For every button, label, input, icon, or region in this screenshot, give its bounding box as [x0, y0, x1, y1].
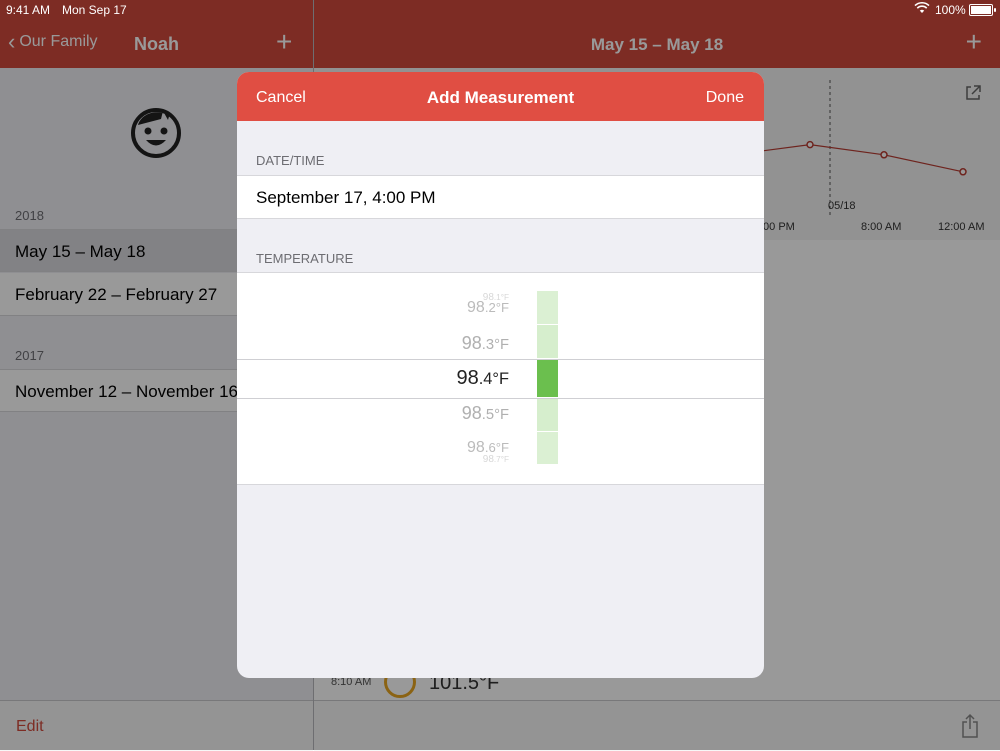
- datetime-cell[interactable]: September 17, 4:00 PM: [237, 175, 764, 219]
- datetime-header: DATE/TIME: [256, 153, 325, 168]
- battery-icon: [969, 4, 996, 16]
- datetime-value: September 17, 4:00 PM: [256, 188, 436, 207]
- modal-title: Add Measurement: [426, 88, 575, 107]
- picker-value[interactable]: 98.2°F: [417, 299, 509, 317]
- picker-value[interactable]: 98.3°F: [417, 333, 509, 354]
- heat-scale-segment: [537, 325, 558, 358]
- status-bar: 9:41 AM Mon Sep 17 100%: [0, 0, 1000, 20]
- picker-value[interactable]: 98.7°F: [417, 454, 509, 465]
- heat-scale-segment: [537, 432, 558, 464]
- modal-nav-bar: Cancel Add Measurement Done: [237, 72, 764, 121]
- picker-value[interactable]: 98.5°F: [417, 403, 509, 424]
- heat-scale-segment: [537, 398, 558, 431]
- status-date: Mon Sep 17: [62, 3, 127, 17]
- picker-selection-top: [237, 359, 764, 360]
- heat-scale-segment: [537, 291, 558, 324]
- add-measurement-modal: Cancel Add Measurement Done DATE/TIME Se…: [237, 72, 764, 678]
- wifi-icon: [914, 1, 930, 18]
- status-time: 9:41 AM: [6, 3, 51, 17]
- heat-scale-segment: [537, 359, 558, 397]
- battery-percent: 100%: [935, 3, 966, 17]
- done-button[interactable]: Done: [706, 89, 744, 107]
- temperature-picker[interactable]: 98.1°F 98.2°F 98.3°F 98.4°F 98.5°F 98.6°F 98.7…: [237, 272, 764, 485]
- temperature-header: TEMPERATURE: [256, 251, 354, 266]
- picker-selection-bottom: [237, 398, 764, 399]
- picker-selected-value[interactable]: 98.4°F: [417, 367, 510, 390]
